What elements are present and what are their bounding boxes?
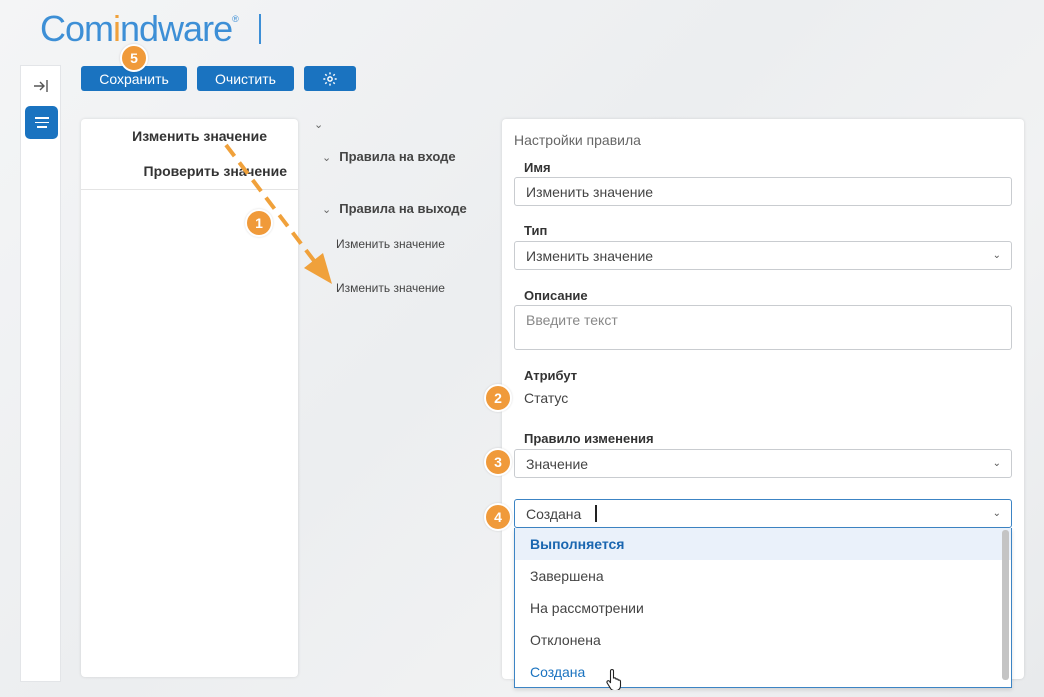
name-input-value: Изменить значение — [526, 183, 654, 200]
chevron-down-icon[interactable]: ⌄ — [314, 118, 323, 131]
settings-button[interactable] — [304, 66, 356, 91]
chevron-down-icon: ⌄ — [322, 204, 332, 216]
dropdown-option-created[interactable]: Создана — [515, 656, 1011, 687]
attribute-label: Атрибут — [524, 368, 578, 383]
name-label: Имя — [524, 160, 551, 175]
rule-item-check-value[interactable]: Проверить значение — [144, 163, 288, 179]
change-rule-select-value: Значение — [526, 455, 589, 472]
dropdown-option-in-progress[interactable]: Выполняется — [515, 528, 1011, 560]
value-dropdown: Выполняется Завершена На рассмотрении От… — [514, 528, 1012, 688]
value-select[interactable]: Создана ⌄ — [514, 499, 1012, 528]
step-badge-5: 5 — [120, 44, 148, 72]
type-select-value: Изменить значение — [526, 247, 654, 264]
step-badge-2: 2 — [484, 384, 512, 412]
type-select[interactable]: Изменить значение ⌄ — [514, 241, 1012, 270]
tree-group-output-rules[interactable]: ⌄ Правила на выходе — [322, 201, 467, 216]
description-placeholder: Введите текст — [526, 312, 618, 328]
tree-group-input-rules[interactable]: ⌄ Правила на входе — [322, 149, 456, 164]
rule-settings-panel: Настройки правила Имя Изменить значение … — [502, 119, 1024, 688]
hand-cursor-icon — [606, 668, 622, 690]
rules-panel: Изменить значение Проверить значение — [81, 119, 298, 677]
type-label: Тип — [524, 223, 548, 238]
logo-part-1: Com — [40, 8, 114, 49]
logo-registered-mark: ® — [232, 14, 239, 24]
tree-group-label: Правила на выходе — [339, 201, 467, 216]
name-input[interactable]: Изменить значение — [514, 177, 1012, 206]
chevron-down-icon: ⌄ — [992, 458, 1001, 469]
gear-icon — [323, 71, 337, 86]
chevron-down-icon: ⌄ — [992, 250, 1001, 261]
value-select-value: Создана — [526, 505, 582, 522]
logo-part-3: ndware — [120, 8, 233, 49]
dropdown-option-completed[interactable]: Завершена — [515, 560, 1011, 592]
attribute-value: Статус — [524, 390, 569, 406]
step-badge-4: 4 — [484, 503, 512, 531]
tree-leaf-change-value[interactable]: Изменить значение — [336, 237, 445, 251]
text-caret — [595, 505, 597, 522]
tree-leaf-change-value-dropped[interactable]: Изменить значение — [336, 281, 445, 295]
chevron-down-icon: ⌄ — [992, 508, 1001, 519]
description-label: Описание — [524, 288, 588, 303]
description-textarea[interactable]: Введите текст — [514, 305, 1012, 350]
collapse-panel-icon[interactable] — [29, 74, 53, 98]
rules-list-icon[interactable] — [25, 106, 58, 139]
change-rule-label: Правило изменения — [524, 431, 654, 446]
clear-button[interactable]: Очистить — [197, 66, 294, 91]
comindware-logo: Comindware® — [40, 8, 239, 50]
dropdown-option-under-review[interactable]: На рассмотрении — [515, 592, 1011, 624]
step-badge-3: 3 — [484, 448, 512, 476]
rule-item-change-value[interactable]: Изменить значение — [132, 128, 267, 144]
tree-group-label: Правила на входе — [339, 149, 456, 164]
change-rule-select[interactable]: Значение ⌄ — [514, 449, 1012, 478]
panel-divider — [81, 189, 298, 190]
step-badge-1: 1 — [245, 209, 273, 237]
logo-divider — [259, 14, 261, 44]
dropdown-scrollbar[interactable] — [1002, 530, 1009, 680]
chevron-down-icon: ⌄ — [322, 152, 332, 164]
logo-part-2: i — [113, 8, 121, 49]
dropdown-option-rejected[interactable]: Отклонена — [515, 624, 1011, 656]
toolbar: Сохранить Очистить — [81, 66, 356, 91]
rule-settings-title: Настройки правила — [514, 132, 641, 148]
left-rail — [20, 65, 61, 682]
